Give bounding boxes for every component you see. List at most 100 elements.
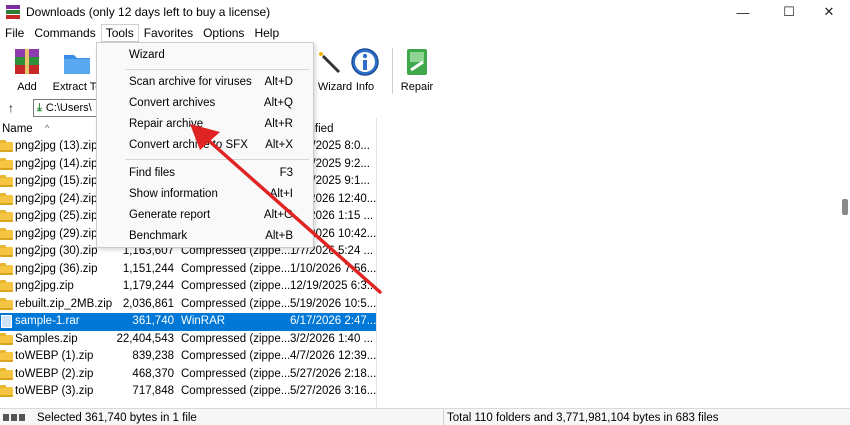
file-modified-cell: 5/27/2026 2:18... [290,367,377,380]
table-row[interactable]: Samples.zip 22,404,543 Compressed (zippe..… [0,331,376,349]
zip-folder-icon [0,157,13,170]
menu-item-shortcut: Alt+R [264,118,293,130]
table-row[interactable]: rebuilt.zip_2MB.zip 2,036,861 Compressed (… [0,296,376,314]
file-name-cell: Samples.zip [15,332,78,345]
extract-to-button[interactable]: Extract To [52,46,102,93]
file-size-cell: 1,179,244 [122,280,174,292]
zip-folder-icon [0,385,13,397]
up-folder-button[interactable]: ↑ [0,98,22,118]
file-name-cell: toWEBP (1).zip [15,350,94,362]
menu-help[interactable]: Help [249,24,284,42]
menu-item-convert-sfx[interactable]: Convert archive to SFX Alt+X [97,136,313,156]
file-size-cell: 22,404,543 [116,332,174,345]
table-row[interactable]: png2jpg (36).zip 1,151,244 Compressed (zip… [0,261,376,279]
scrollbar-thumb[interactable] [842,199,848,215]
status-bar: Selected 361,740 bytes in 1 file Total 1… [0,408,850,425]
status-divider [443,409,444,425]
menu-item-label: Repair archive [129,118,204,130]
file-name-cell: rebuilt.zip_2MB.zip [15,297,113,310]
menu-options[interactable]: Options [198,24,249,42]
zip-folder-icon [0,332,13,345]
file-type-cell: Compressed (zippe... [181,367,291,380]
repair-button[interactable]: Repair [392,46,442,93]
menu-commands[interactable]: Commands [29,24,100,42]
menu-item-label: Benchmark [129,230,188,242]
zip-folder-icon [0,210,13,222]
repair-icon [407,49,427,75]
menu-item-shortcut: Alt+Q [263,97,293,109]
winrar-app-icon [6,5,20,19]
winrar-window: Downloads (only 12 days left to buy a li… [0,0,850,425]
menu-item-convert-archives[interactable]: Convert archives Alt+Q [97,94,313,114]
download-folder-icon: ⤓ [37,101,42,114]
info-button[interactable]: Info [340,46,390,93]
file-modified-cell: 12/19/2025 6:3... [290,280,377,292]
file-size-cell: 361,740 [132,315,174,327]
file-type-cell: Compressed (zippe... [181,280,291,292]
menu-item-scan-viruses[interactable]: Scan archive for viruses Alt+D [97,73,313,93]
table-row[interactable]: png2jpg.zip 1,179,244 Compressed (zippe...… [0,278,376,296]
menu-item-label: Scan archive for viruses [129,76,252,88]
menu-item-shortcut: Alt+X [265,139,293,151]
zip-folder-icon [0,367,13,380]
status-total: Total 110 folders and 3,771,981,104 byte… [447,412,719,424]
file-name-cell: png2jpg (13).zip [15,140,98,152]
folder-extract-icon [64,55,90,74]
file-name-cell: png2jpg (15).zip [15,175,98,187]
menu-item-shortcut: Alt+D [264,76,293,88]
column-name-header[interactable]: Name [2,123,33,135]
rar-file-icon [1,315,12,328]
table-row[interactable]: toWEBP (2).zip 468,370 Compressed (zippe..… [0,366,376,384]
file-type-cell: Compressed (zippe... [181,385,291,397]
zip-folder-icon [0,350,13,362]
repair-label: Repair [400,81,434,93]
close-button[interactable]: ✕ [806,0,850,24]
menu-item-label: Convert archive to SFX [129,139,248,151]
menu-item-repair-archive[interactable]: Repair archive Alt+R [97,115,313,135]
add-button[interactable]: Add [2,46,52,93]
file-modified-cell: 5/19/2026 10:5... [290,297,377,310]
file-modified-cell: 3/2/2026 1:40 ... [290,332,374,345]
file-type-cell: Compressed (zippe... [181,297,291,310]
file-type-cell: Compressed (zippe... [181,332,291,345]
info-icon [351,48,379,76]
menu-item-label: Show information [129,188,218,200]
file-modified-cell: 4/7/2026 12:39... [290,350,377,362]
menu-item-label: Wizard [129,49,165,61]
file-name-cell: toWEBP (3).zip [15,385,94,397]
zip-folder-icon [0,227,13,240]
drive-status-icon [3,414,33,421]
menu-bar: File Commands Tools Favorites Options He… [0,24,850,42]
menu-file[interactable]: File [0,24,29,42]
file-name-cell: png2jpg (29).zip [15,227,98,240]
zip-folder-icon [0,280,13,292]
table-row[interactable]: sample-1.rar 361,740 WinRAR 6/17/2026 2:47.… [0,313,376,331]
file-size-cell: 717,848 [132,385,174,397]
table-row[interactable]: toWEBP (1).zip 839,238 Compressed (zippe..… [0,348,376,366]
file-modified-cell: 6/17/2026 2:47... [290,315,377,327]
minimize-button[interactable]: — [720,0,766,24]
file-name-cell: toWEBP (2).zip [15,367,94,380]
address-path: C:\Users\ [45,102,92,114]
menu-item-find-files[interactable]: Find files F3 [97,164,313,184]
file-name-cell: png2jpg (14).zip [15,157,98,170]
file-name-cell: png2jpg (24).zip [15,192,98,205]
info-label: Info [355,81,375,93]
menu-favorites[interactable]: Favorites [139,24,198,42]
menu-item-show-information[interactable]: Show information Alt+I [97,185,313,205]
menu-item-shortcut: Alt+B [265,230,293,242]
zip-folder-icon [0,140,13,152]
menu-separator [125,159,309,160]
menu-item-generate-report[interactable]: Generate report Alt+G [97,206,313,226]
status-selected: Selected 361,740 bytes in 1 file [37,412,197,424]
file-type-cell: WinRAR [181,315,226,327]
arrow-up-icon: ↑ [8,101,14,115]
file-size-cell: 468,370 [132,367,174,380]
menu-item-wizard[interactable]: Wizard [97,46,313,66]
table-row[interactable]: toWEBP (3).zip 717,848 Compressed (zippe..… [0,383,376,401]
file-name-cell: png2jpg (36).zip [15,262,98,275]
add-archive-icon [15,49,39,74]
menu-tools[interactable]: Tools [100,24,139,42]
menu-item-benchmark[interactable]: Benchmark Alt+B [97,227,313,247]
menu-item-label: Convert archives [129,97,216,109]
